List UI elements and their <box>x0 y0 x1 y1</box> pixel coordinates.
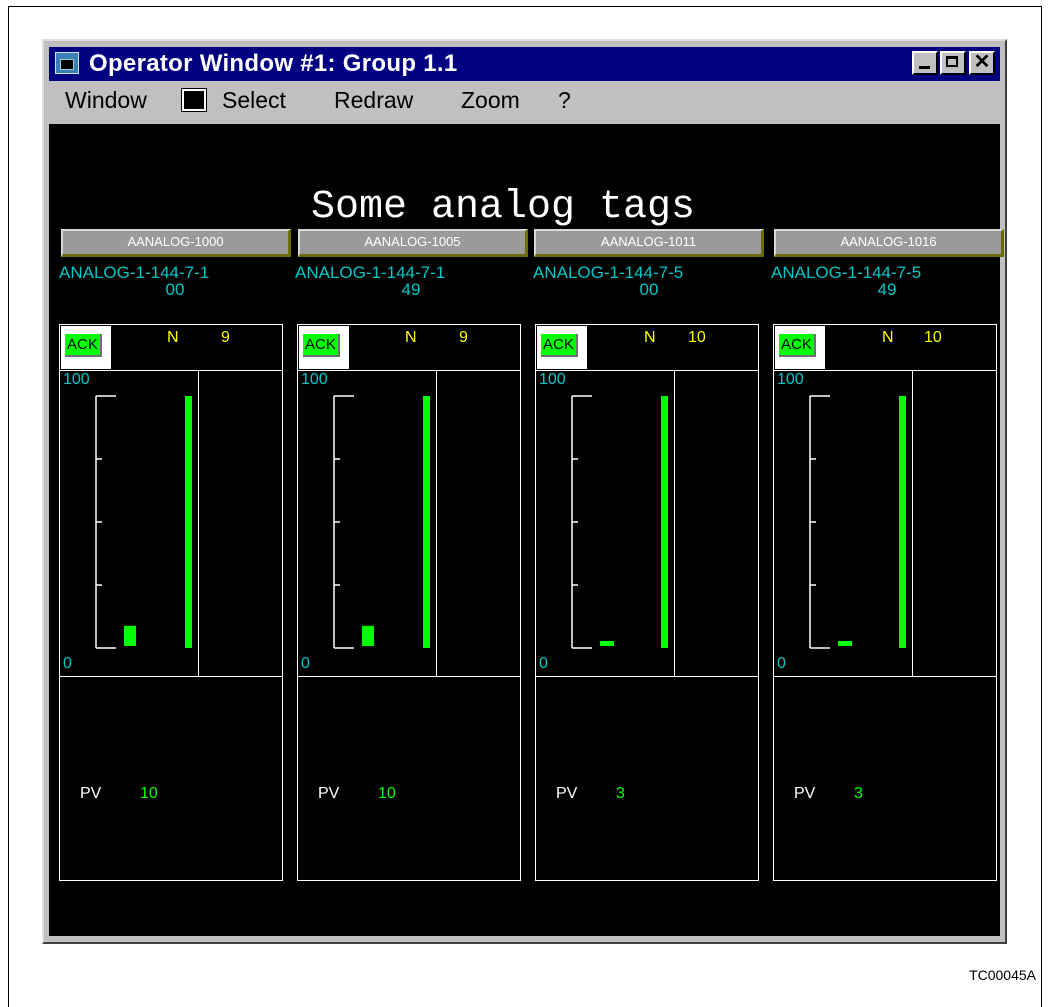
bargraph-svg <box>333 395 430 649</box>
faceplate-header: ACK N 10 <box>536 325 758 371</box>
tag-button[interactable]: AANALOG-1011 <box>534 229 764 257</box>
faceplate-side-panel <box>675 371 758 676</box>
bargraph-area: 100 0 <box>536 371 675 676</box>
ack-button[interactable]: ACK <box>61 326 111 369</box>
faceplate-divider <box>60 676 282 677</box>
tag-description-line2: 49 <box>877 280 897 299</box>
bargraph-area: 100 0 <box>774 371 913 676</box>
faceplate-divider <box>298 676 520 677</box>
close-button[interactable]: ✕ <box>969 51 995 75</box>
bargraph-svg <box>571 395 668 649</box>
graphic-canvas: Some analog tags AANALOG-1000 ANALOG-1-14… <box>49 124 1004 936</box>
maximize-button[interactable] <box>940 51 966 75</box>
mode-indicator: N <box>644 329 656 346</box>
ack-button[interactable]: ACK <box>537 326 587 369</box>
pv-value: 3 <box>616 785 625 802</box>
title-bar[interactable]: Operator Window #1: Group 1.1 ✕ <box>49 47 1000 81</box>
scale-low: 0 <box>63 655 72 672</box>
tag-description-line2: 49 <box>401 280 421 299</box>
mode-indicator: N <box>405 329 417 346</box>
pv-value: 10 <box>378 785 396 802</box>
window-title: Operator Window #1: Group 1.1 <box>89 50 458 77</box>
bargraph-svg <box>809 395 906 649</box>
bargraph-svg <box>95 395 192 649</box>
bargraph-area: 100 0 <box>298 371 437 676</box>
faceplate-side-panel <box>199 371 282 676</box>
tag-description-line2: 00 <box>639 280 659 299</box>
tag-button[interactable]: AANALOG-1016 <box>774 229 1004 257</box>
range-bar <box>185 396 192 648</box>
pv-bar <box>600 640 614 646</box>
mode-count: 10 <box>924 329 942 346</box>
pv-bar <box>362 625 374 646</box>
faceplate-header: ACK N 10 <box>774 325 996 371</box>
tag-description: ANALOG-1-144-7-5 49 <box>771 264 1011 298</box>
color-swatch-icon[interactable] <box>182 89 206 111</box>
menu-window[interactable]: Window <box>65 84 147 116</box>
scale-low: 0 <box>539 655 548 672</box>
faceplate-side-panel <box>913 371 996 676</box>
faceplate: ACK N 10 100 0 PV 3 <box>535 324 759 881</box>
minimize-button[interactable] <box>912 51 938 75</box>
ack-label: ACK <box>541 334 578 357</box>
tag-description: ANALOG-1-144-7-1 00 <box>59 264 299 298</box>
ack-label: ACK <box>65 334 102 357</box>
menu-bar: Window Select Redraw Zoom ? <box>49 84 1000 116</box>
app-icon[interactable] <box>55 52 79 74</box>
pv-label: PV <box>794 785 816 802</box>
menu-redraw[interactable]: Redraw <box>334 84 413 116</box>
bargraph-area: 100 0 <box>60 371 199 676</box>
pv-label: PV <box>556 785 578 802</box>
scale-high: 100 <box>63 371 90 388</box>
pv-label: PV <box>318 785 340 802</box>
tag-button[interactable]: AANALOG-1005 <box>298 229 528 257</box>
menu-zoom[interactable]: Zoom <box>461 84 520 116</box>
pv-value: 10 <box>140 785 158 802</box>
range-bar <box>899 396 906 648</box>
faceplate: ACK N 9 100 0 PV 10 <box>59 324 283 881</box>
operator-window: Operator Window #1: Group 1.1 ✕ Window S… <box>42 39 1007 944</box>
tag-description-line1: ANALOG-1-144-7-1 <box>59 263 210 282</box>
mode-indicator: N <box>882 329 894 346</box>
pv-value: 3 <box>854 785 863 802</box>
tag-description-line1: ANALOG-1-144-7-5 <box>771 263 922 282</box>
tag-description: ANALOG-1-144-7-5 00 <box>533 264 773 298</box>
ack-label: ACK <box>779 334 816 357</box>
faceplate-header: ACK N 9 <box>60 325 282 371</box>
mode-count: 9 <box>221 329 230 346</box>
mode-count: 10 <box>688 329 706 346</box>
pv-label: PV <box>80 785 102 802</box>
mode-indicator: N <box>167 329 179 346</box>
mode-count: 9 <box>459 329 468 346</box>
tag-description-line2: 00 <box>165 280 185 299</box>
ack-button[interactable]: ACK <box>299 326 349 369</box>
tag-button[interactable]: AANALOG-1000 <box>61 229 291 257</box>
scale-high: 100 <box>777 371 804 388</box>
menu-help[interactable]: ? <box>558 84 571 116</box>
faceplate: ACK N 10 100 0 PV 3 <box>773 324 997 881</box>
scale-high: 100 <box>539 371 566 388</box>
range-bar <box>661 396 668 648</box>
scale-high: 100 <box>301 371 328 388</box>
ack-button[interactable]: ACK <box>775 326 825 369</box>
pv-bar <box>124 625 136 646</box>
range-bar <box>423 396 430 648</box>
scale-low: 0 <box>777 655 786 672</box>
display-title: Some analog tags <box>311 185 696 230</box>
pv-bar <box>838 640 852 646</box>
tag-description-line1: ANALOG-1-144-7-5 <box>533 263 684 282</box>
tag-description-line1: ANALOG-1-144-7-1 <box>295 263 446 282</box>
faceplate-divider <box>774 676 996 677</box>
figure-id: TC00045A <box>969 967 1036 983</box>
faceplate-side-panel <box>437 371 520 676</box>
faceplate-divider <box>536 676 758 677</box>
faceplate-header: ACK N 9 <box>298 325 520 371</box>
faceplate: ACK N 9 100 0 PV 10 <box>297 324 521 881</box>
tag-description: ANALOG-1-144-7-1 49 <box>295 264 535 298</box>
scale-low: 0 <box>301 655 310 672</box>
ack-label: ACK <box>303 334 340 357</box>
menu-select[interactable]: Select <box>222 84 286 116</box>
